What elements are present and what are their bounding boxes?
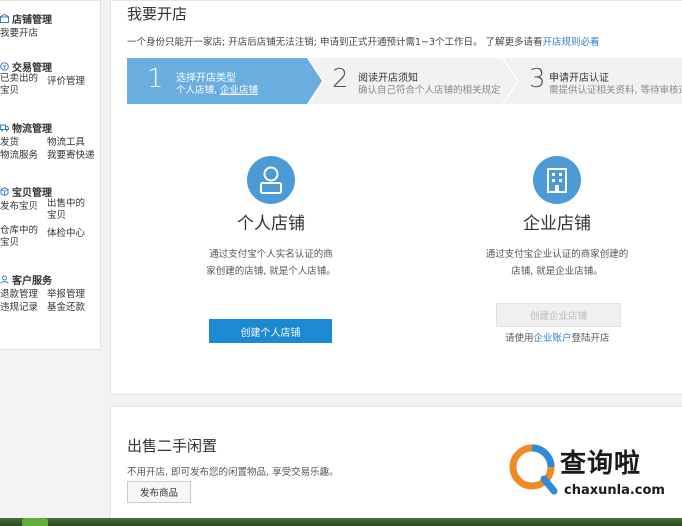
hint-suffix: 登陆开店 bbox=[571, 333, 610, 344]
start-button[interactable] bbox=[22, 518, 48, 526]
watermark: 查询啦 chaxunla.com bbox=[506, 437, 678, 507]
rules-link[interactable]: 开店规则必看 bbox=[543, 37, 600, 48]
sidebar-item-refunds[interactable]: 退款管理 bbox=[0, 286, 47, 300]
watermark-url: chaxunla.com bbox=[564, 483, 665, 498]
step-desc: 个人店铺, bbox=[176, 85, 221, 96]
secondhand-desc: 不用开店, 即可发布您的闲置物品, 享受交易乐趣。 bbox=[127, 467, 339, 478]
building-icon bbox=[533, 156, 581, 204]
step-progress: 1 选择开店类型 个人店铺, 企业店铺 2 阅读开店须知 确认自己符合个人店铺的… bbox=[127, 58, 682, 104]
goods-icon bbox=[0, 186, 9, 196]
sidebar-item-in-stock[interactable]: 仓库中的宝贝 bbox=[0, 225, 47, 249]
create-personal-shop-button[interactable]: 创建个人店铺 bbox=[209, 319, 332, 343]
sidebar-group-goods: 宝贝管理 发布宝贝 出售中的宝贝 仓库中的宝贝 体检中心 bbox=[0, 184, 100, 251]
enterprise-shop-title: 企业店铺 bbox=[523, 214, 591, 234]
sidebar-group-title: 交易管理 bbox=[12, 62, 52, 74]
sidebar-group-title: 宝贝管理 bbox=[12, 187, 52, 199]
sidebar-item-open-shop[interactable]: 我要开店 bbox=[0, 25, 47, 39]
sidebar-item-violations[interactable]: 违规记录 bbox=[0, 299, 47, 313]
step-number: 1 bbox=[147, 64, 164, 94]
service-icon bbox=[0, 275, 9, 284]
sidebar-item-fund-repay[interactable]: 基金还款 bbox=[47, 299, 94, 313]
taskbar bbox=[0, 518, 682, 526]
sidebar-item-ship[interactable]: 发货 bbox=[0, 134, 47, 148]
step-desc: 确认自己符合个人店铺的相关规定 bbox=[358, 85, 501, 96]
sidebar-item-logistics-service[interactable]: 物流服务 bbox=[0, 147, 47, 161]
enterprise-shop-option: 企业店铺 通过支付宝企业认证的商家创建的店铺, 就是企业店铺。 bbox=[467, 156, 647, 280]
sidebar-item-on-sale[interactable]: 出售中的宝贝 bbox=[47, 198, 94, 222]
truck-icon bbox=[0, 123, 9, 132]
step-apply-cert: 3 申请开店认证 需提供认证相关资料, 等待审核通 bbox=[519, 58, 682, 104]
shop-icon bbox=[0, 13, 9, 23]
sidebar: 店铺管理 我要开店 交易管理 已卖出的宝贝 评价管理 物流管理 发货 物流工具 bbox=[0, 0, 101, 350]
sidebar-item-sold[interactable]: 已卖出的宝贝 bbox=[0, 73, 47, 97]
personal-shop-desc: 通过支付宝个人实名认证的商家创建的店铺, 就是个人店铺。 bbox=[206, 249, 336, 277]
step-select-type[interactable]: 1 选择开店类型 个人店铺, 企业店铺 bbox=[127, 58, 307, 104]
sidebar-group-title: 物流管理 bbox=[12, 123, 52, 135]
sidebar-group-title: 店铺管理 bbox=[12, 14, 52, 26]
sidebar-group-service: 客户服务 退款管理 举报管理 违规记录 基金还款 bbox=[0, 272, 100, 313]
trade-icon bbox=[0, 61, 9, 71]
publish-item-button[interactable]: 发布商品 bbox=[127, 481, 191, 503]
sidebar-item-publish[interactable]: 发布宝贝 bbox=[0, 198, 47, 212]
sidebar-group-logistics: 物流管理 发货 物流工具 物流服务 我要寄快递 bbox=[0, 120, 100, 161]
enterprise-hint: 请使用企业账户登陆开店 bbox=[505, 330, 610, 344]
step-read-notice: 2 阅读开店须知 确认自己符合个人店铺的相关规定 bbox=[322, 58, 502, 104]
sidebar-group-shop: 店铺管理 我要开店 bbox=[0, 11, 100, 39]
step-desc: 需提供认证相关资料, 等待审核通 bbox=[549, 85, 682, 96]
personal-shop-option: 个人店铺 通过支付宝个人实名认证的商家创建的店铺, 就是个人店铺。 bbox=[181, 156, 361, 280]
sidebar-item-reviews[interactable]: 评价管理 bbox=[47, 73, 94, 87]
sidebar-group-title: 客户服务 bbox=[12, 275, 52, 287]
notice-text: 一个身份只能开一家店; 开店后店铺无法注销; 申请到正式开通预计需1~3个工作日… bbox=[127, 37, 543, 48]
step-number: 3 bbox=[529, 64, 546, 94]
step-number: 2 bbox=[332, 64, 349, 94]
create-enterprise-shop-button: 创建企业店铺 bbox=[496, 303, 621, 327]
user-icon bbox=[247, 156, 295, 204]
page-title: 我要开店 bbox=[127, 5, 188, 23]
sidebar-item-send-express[interactable]: 我要寄快递 bbox=[47, 147, 94, 161]
notice: 一个身份只能开一家店; 开店后店铺无法注销; 申请到正式开通预计需1~3个工作日… bbox=[127, 34, 600, 48]
sidebar-item-checkup[interactable]: 体检中心 bbox=[47, 225, 94, 239]
sidebar-group-trade: 交易管理 已卖出的宝贝 评价管理 bbox=[0, 59, 100, 99]
secondhand-title: 出售二手闲置 bbox=[127, 437, 218, 455]
sidebar-item-logistics-tools[interactable]: 物流工具 bbox=[47, 134, 94, 148]
sidebar-item-reports[interactable]: 举报管理 bbox=[47, 286, 94, 300]
hint-prefix: 请使用 bbox=[505, 333, 534, 344]
watermark-logo-icon bbox=[509, 444, 558, 495]
enterprise-shop-desc: 通过支付宝企业认证的商家创建的店铺, 就是企业店铺。 bbox=[485, 249, 629, 277]
enterprise-shop-link[interactable]: 企业店铺 bbox=[220, 85, 258, 96]
open-shop-card: 我要开店 一个身份只能开一家店; 开店后店铺无法注销; 申请到正式开通预计需1~… bbox=[110, 0, 682, 395]
watermark-text: 查询啦 bbox=[560, 449, 642, 479]
enterprise-account-link[interactable]: 企业账户 bbox=[534, 333, 572, 344]
personal-shop-title: 个人店铺 bbox=[237, 214, 305, 234]
